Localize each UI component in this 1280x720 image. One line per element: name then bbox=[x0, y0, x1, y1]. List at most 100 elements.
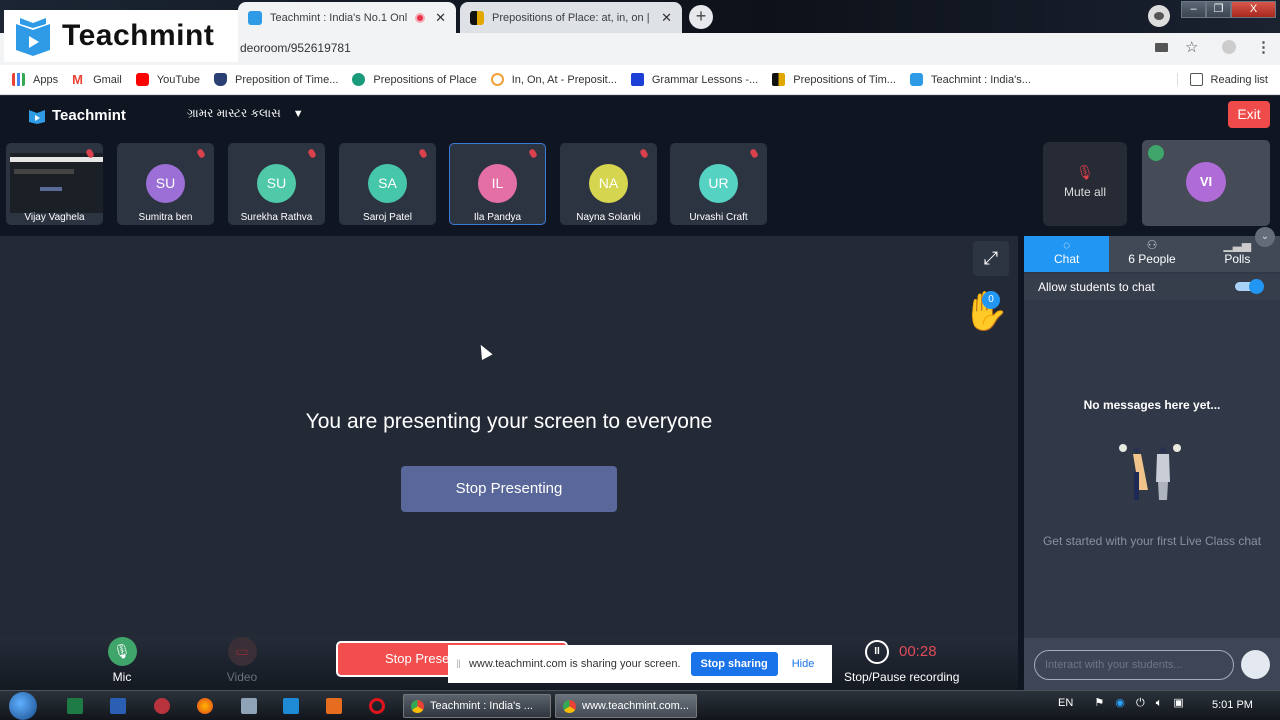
bookmark-youtube[interactable]: YouTube bbox=[135, 73, 200, 86]
screen-share-notice-bar: ‖ www.teachmint.com is sharing your scre… bbox=[448, 645, 832, 683]
empty-chat-subtitle: Get started with your first Live Class c… bbox=[1042, 534, 1262, 548]
mic-off-icon: 🎙︎ bbox=[1076, 164, 1094, 180]
bookmark-prepositions-place[interactable]: Prepositions of Place bbox=[352, 73, 477, 86]
class-selector[interactable]: ગ્રામર માસ્ટર કલાસ ▼ bbox=[187, 106, 304, 121]
browser-tab-prepositions[interactable]: Prepositions of Place: at, in, on | ✕ bbox=[460, 2, 682, 33]
send-message-button[interactable] bbox=[1241, 650, 1270, 679]
excel-icon[interactable] bbox=[67, 698, 83, 714]
teachmint-favicon-icon bbox=[248, 10, 262, 25]
bookmark-apps[interactable]: Apps bbox=[12, 73, 58, 86]
minimize-button[interactable]: – bbox=[1181, 1, 1206, 18]
participant-tile[interactable]: SA Saroj Patel bbox=[339, 143, 436, 225]
panel-tabs: ◌ Chat ⚇ 6 People ▁▃▅ Polls bbox=[1024, 236, 1280, 272]
bookmark-grammar-lessons[interactable]: Grammar Lessons -... bbox=[630, 73, 758, 86]
network-app-icon[interactable]: ◉ bbox=[1115, 697, 1125, 709]
mic-off-icon bbox=[307, 148, 317, 159]
opera-icon[interactable] bbox=[369, 698, 385, 714]
taskbar-task-teachmint[interactable]: Teachmint : India's ... bbox=[403, 694, 551, 718]
notepad-icon[interactable] bbox=[241, 698, 257, 714]
chat-input[interactable] bbox=[1034, 650, 1234, 680]
bookmark-prepositions-tim[interactable]: Prepositions of Tim... bbox=[772, 73, 896, 86]
stop-sharing-button[interactable]: Stop sharing bbox=[690, 652, 778, 676]
participant-tile[interactable]: NA Nayna Solanki bbox=[560, 143, 657, 225]
video-button[interactable]: ▭ Video bbox=[222, 637, 262, 684]
mic-on-icon bbox=[1148, 145, 1164, 161]
menu-kebab-icon[interactable]: ⋮ bbox=[1256, 38, 1271, 56]
restore-button[interactable]: ❐ bbox=[1206, 1, 1231, 18]
camera-icon[interactable] bbox=[1155, 43, 1168, 52]
collapse-chevron-icon[interactable]: ⌄ bbox=[1255, 227, 1275, 247]
bookmark-preposition-time[interactable]: Preposition of Time... bbox=[214, 73, 338, 86]
tab-title: Prepositions of Place: at, in, on | bbox=[492, 11, 650, 24]
mic-button[interactable]: 🎙︎ Mic bbox=[104, 637, 140, 684]
expand-fullscreen-icon[interactable]: ⤢ bbox=[973, 241, 1009, 276]
clock[interactable]: 5:01 PM bbox=[1212, 699, 1253, 711]
app-logo: Teachmint bbox=[28, 106, 126, 124]
new-tab-button[interactable]: + bbox=[689, 5, 713, 29]
avatar: UR bbox=[699, 164, 738, 203]
network-icon[interactable]: ▣ bbox=[1173, 697, 1183, 709]
participant-tile[interactable]: IL Ila Pandya bbox=[449, 143, 546, 225]
bookmark-gmail[interactable]: M Gmail bbox=[72, 73, 122, 86]
volume-icon[interactable]: 🔈︎ bbox=[1156, 697, 1163, 709]
presenting-message: You are presenting your screen to everyo… bbox=[305, 410, 713, 433]
profile-download-icon[interactable] bbox=[1148, 5, 1170, 27]
vscode-icon[interactable] bbox=[283, 698, 299, 714]
firefox-icon[interactable] bbox=[197, 698, 213, 714]
raised-hands-count-badge: 0 bbox=[982, 291, 1000, 309]
avatar: SA bbox=[368, 164, 407, 203]
mute-all-button[interactable]: 🎙︎ Mute all bbox=[1043, 142, 1127, 226]
avatar: NA bbox=[589, 164, 628, 203]
people-icon: ⚇ bbox=[1146, 238, 1158, 252]
system-tray: EN ⚑ ◉ ⏻ 🔈︎ ▣ bbox=[1058, 696, 1184, 710]
star-bookmark-icon[interactable]: ☆ bbox=[1185, 38, 1198, 56]
app-icon[interactable] bbox=[154, 698, 170, 714]
url-text[interactable]: deoroom/952619781 bbox=[240, 41, 351, 55]
bookmark-in-on-at[interactable]: In, On, At - Preposit... bbox=[490, 73, 617, 86]
close-tab-icon[interactable]: ✕ bbox=[661, 10, 672, 26]
tab-title: Teachmint : India's No.1 Onl bbox=[270, 11, 408, 24]
power-icon[interactable]: ⏻ bbox=[1136, 697, 1145, 709]
taskbar-task-sharing[interactable]: www.teachmint.com... bbox=[555, 694, 697, 718]
chrome-icon bbox=[411, 700, 424, 713]
screen-share-thumbnail bbox=[10, 153, 103, 213]
ec-icon bbox=[490, 73, 504, 86]
profile-icon[interactable] bbox=[1222, 40, 1236, 54]
stop-presenting-button[interactable]: Stop Presenting bbox=[401, 466, 617, 512]
close-window-button[interactable]: X bbox=[1231, 1, 1276, 18]
participant-tile[interactable]: SU Sumitra ben bbox=[117, 143, 214, 225]
bookmark-teachmint[interactable]: Teachmint : India's... bbox=[909, 73, 1031, 86]
pause-icon[interactable]: II bbox=[865, 640, 889, 664]
teachmint-logo-icon bbox=[16, 18, 50, 56]
participant-tile[interactable]: SU Surekha Rathva bbox=[228, 143, 325, 225]
f-icon bbox=[630, 73, 644, 86]
allow-chat-toggle[interactable] bbox=[1235, 279, 1265, 294]
participant-tile[interactable]: UR Urvashi Craft bbox=[670, 143, 767, 225]
recording-dot-icon bbox=[415, 12, 426, 23]
flag-icon[interactable]: ⚑ bbox=[1094, 697, 1104, 709]
avatar: SU bbox=[146, 164, 185, 203]
hide-button[interactable]: Hide bbox=[792, 658, 815, 670]
drag-handle-icon[interactable]: ‖ bbox=[456, 657, 461, 671]
exit-button[interactable]: Exit bbox=[1228, 101, 1270, 128]
language-indicator[interactable]: EN bbox=[1058, 697, 1073, 709]
browser-tab-teachmint[interactable]: Teachmint : India's No.1 Onl ✕ bbox=[238, 2, 456, 33]
close-tab-icon[interactable]: ✕ bbox=[435, 10, 446, 26]
reading-list-button[interactable]: Reading list bbox=[1176, 73, 1268, 86]
word-icon[interactable] bbox=[110, 698, 126, 714]
mic-off-icon bbox=[196, 148, 206, 159]
xampp-icon[interactable] bbox=[326, 698, 342, 714]
self-tile[interactable]: VI bbox=[1142, 140, 1270, 226]
avatar: VI bbox=[1186, 162, 1226, 202]
mic-icon: 🎙︎ bbox=[107, 637, 137, 666]
start-button[interactable] bbox=[9, 692, 37, 720]
participant-tile[interactable]: Vijay Vaghela bbox=[6, 143, 103, 225]
black-yellow-icon bbox=[772, 73, 786, 86]
chevron-down-icon: ▼ bbox=[292, 107, 304, 120]
gmail-icon: M bbox=[72, 72, 83, 87]
reading-list-icon bbox=[1189, 73, 1203, 86]
avatar: IL bbox=[478, 164, 517, 203]
tab-people[interactable]: ⚇ 6 People bbox=[1109, 236, 1194, 272]
recording-timer: 00:28 bbox=[899, 643, 937, 660]
tab-chat[interactable]: ◌ Chat bbox=[1024, 236, 1110, 272]
